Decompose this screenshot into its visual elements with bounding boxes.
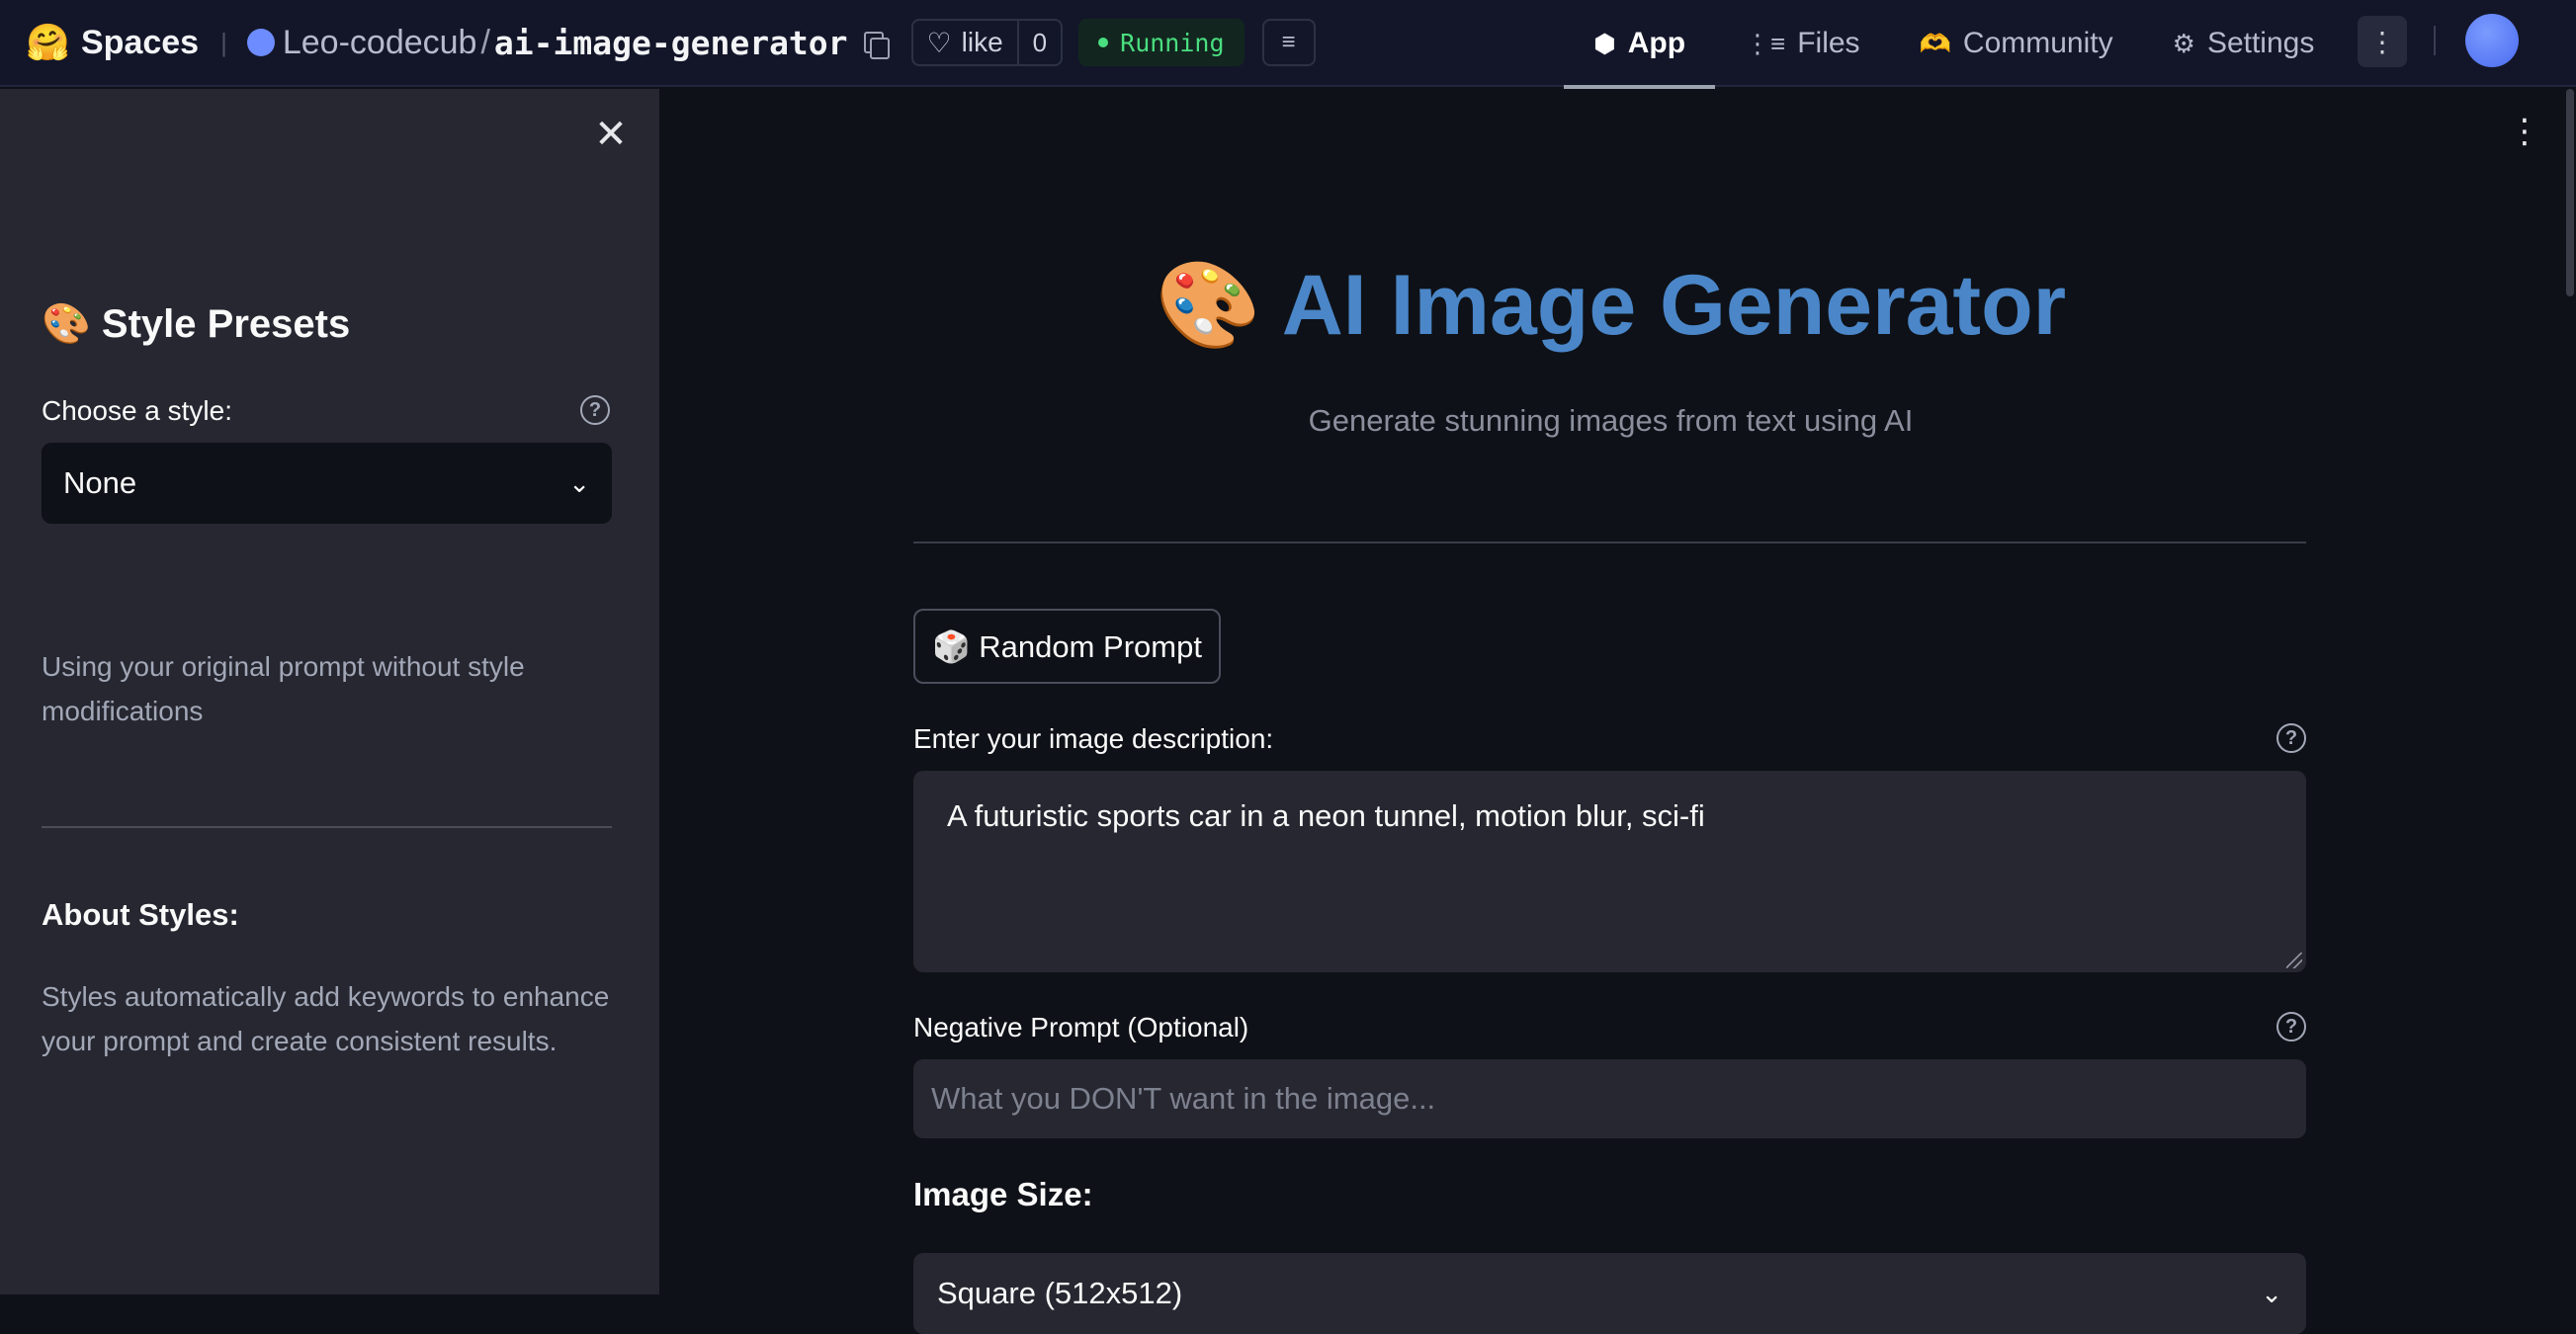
resize-handle-icon[interactable]: [2286, 953, 2302, 968]
like-button[interactable]: ♡ like 0: [910, 19, 1064, 66]
logs-button[interactable]: ≡: [1261, 19, 1316, 66]
tab-app-label: App: [1627, 27, 1686, 59]
random-prompt-button[interactable]: 🎲 Random Prompt: [913, 609, 1221, 684]
logs-icon: ≡: [1281, 29, 1296, 55]
more-vertical-icon: ⋮: [2368, 26, 2396, 57]
chevron-down-icon: ⌄: [568, 467, 590, 498]
path-separator: /: [480, 23, 490, 61]
sidebar-divider: [42, 826, 612, 828]
owner-avatar: [246, 29, 275, 56]
tab-settings-label: Settings: [2206, 27, 2315, 59]
chevron-down-icon: ⌄: [2261, 1278, 2282, 1308]
image-size-value: Square (512x512): [937, 1276, 1183, 1310]
space-nav: ⬢ App ⋮≡ Files 🫶 Community ⚙ Settings: [1564, 0, 2345, 89]
top-bar-left: 🤗 Spaces | Leo-codecub / ai-image-genera…: [0, 0, 1316, 85]
negative-prompt-label: Negative Prompt (Optional): [913, 1012, 1249, 1042]
prompt-textarea[interactable]: A futuristic sports car in a neon tunnel…: [913, 771, 2306, 972]
image-size-heading: Image Size:: [913, 1176, 1093, 1212]
prompt-text: A futuristic sports car in a neon tunnel…: [947, 798, 1705, 833]
close-sidebar-button[interactable]: ✕: [591, 111, 631, 158]
like-label: like: [961, 27, 1003, 57]
gear-icon: ⚙: [2172, 28, 2195, 58]
files-icon: ⋮≡: [1745, 28, 1786, 58]
status-badge[interactable]: Running: [1078, 19, 1245, 66]
scrollbar-thumb[interactable]: [2566, 89, 2574, 296]
tab-files-label: Files: [1797, 27, 1860, 59]
style-description: Using your original prompt without style…: [42, 651, 525, 726]
sidebar: ✕ 🎨 Style Presets Choose a style: ? None…: [0, 89, 659, 1294]
page-subtitle: Generate stunning images from text using…: [1308, 403, 1914, 438]
main-divider: [913, 542, 2306, 543]
style-select-value: None: [63, 465, 137, 500]
more-options-button[interactable]: ⋮: [2358, 16, 2407, 67]
status-text: Running: [1120, 28, 1225, 57]
heart-icon: ♡: [926, 27, 952, 58]
about-styles-text: Styles automatically add keywords to enh…: [42, 981, 610, 1056]
help-icon[interactable]: ?: [2276, 1012, 2306, 1042]
like-count[interactable]: 0: [1016, 21, 1061, 64]
top-bar: 🤗 Spaces | Leo-codecub / ai-image-genera…: [0, 0, 2576, 89]
negative-prompt-placeholder: What you DON'T want in the image...: [931, 1081, 1436, 1116]
spaces-link[interactable]: Spaces: [81, 24, 199, 62]
topbar-divider: [2434, 26, 2436, 55]
main-content: ⋮ 🎨 AI Image Generator Generate stunning…: [659, 89, 2576, 1334]
tab-community[interactable]: 🫶 Community: [1890, 0, 2143, 87]
community-icon: 🫶: [1919, 28, 1951, 58]
help-icon[interactable]: ?: [580, 395, 610, 425]
like-main[interactable]: ♡ like: [913, 21, 1017, 64]
hugging-face-logo-icon[interactable]: 🤗: [26, 22, 70, 63]
main-menu-icon[interactable]: ⋮: [2508, 115, 2541, 148]
help-icon[interactable]: ?: [2276, 723, 2306, 753]
owner-link[interactable]: Leo-codecub: [283, 24, 477, 62]
copy-icon[interactable]: [862, 30, 890, 59]
about-styles-heading: About Styles:: [42, 897, 239, 932]
tab-app[interactable]: ⬢ App: [1564, 0, 1716, 89]
close-icon: ✕: [594, 113, 628, 156]
page-title: 🎨 AI Image Generator: [1155, 258, 2067, 353]
status-dot-icon: [1098, 38, 1109, 47]
repo-name-link[interactable]: ai-image-generator: [494, 24, 848, 62]
prompt-label: Enter your image description:: [913, 723, 1274, 754]
brand-separator: |: [220, 27, 227, 57]
cube-icon: ⬢: [1593, 28, 1616, 58]
image-size-select[interactable]: Square (512x512) ⌄: [913, 1253, 2306, 1334]
user-avatar[interactable]: [2465, 14, 2519, 67]
style-select[interactable]: None ⌄: [42, 443, 612, 524]
style-select-label: Choose a style:: [42, 395, 232, 426]
sidebar-title: 🎨 Style Presets: [42, 302, 351, 346]
negative-prompt-input[interactable]: What you DON'T want in the image...: [913, 1059, 2306, 1138]
tab-files[interactable]: ⋮≡ Files: [1715, 0, 1890, 87]
tab-settings[interactable]: ⚙ Settings: [2143, 0, 2345, 87]
tab-community-label: Community: [1962, 27, 2113, 59]
